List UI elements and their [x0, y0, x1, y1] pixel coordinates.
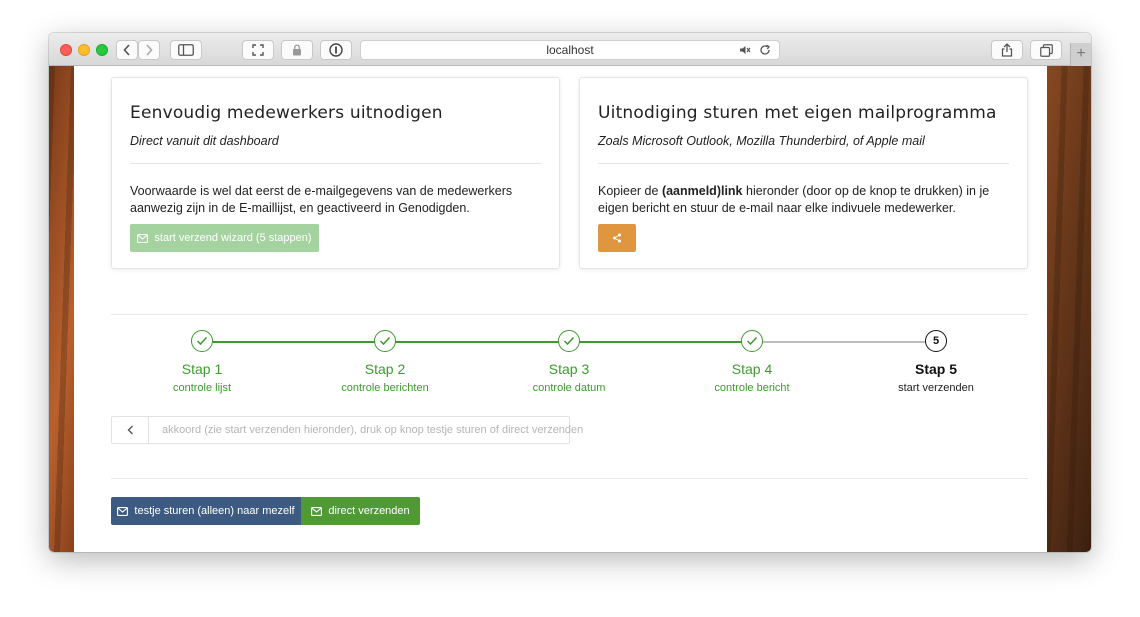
- expand-icon: [252, 44, 264, 56]
- main-content: Eenvoudig medewerkers uitnodigen Direct …: [93, 66, 1028, 552]
- tabs-overview-button[interactable]: [1030, 40, 1062, 60]
- sidebar-icon: [178, 44, 194, 56]
- step-3[interactable]: Stap 3 controle datum: [499, 330, 639, 394]
- send-now-label: direct verzenden: [328, 505, 410, 517]
- invite-card-title: Eenvoudig medewerkers uitnodigen: [130, 103, 443, 123]
- minimize-window-button[interactable]: [78, 44, 90, 56]
- chevron-left-icon: [123, 44, 130, 56]
- send-now-button[interactable]: direct verzenden: [301, 497, 420, 525]
- description-bold: (aanmeld)link: [661, 184, 743, 198]
- step-caption: controle datum: [532, 382, 606, 394]
- section-divider: [111, 314, 1028, 315]
- step-title: Stap 5: [914, 361, 957, 377]
- browser-window: localhost + Eenvoudig medewerkers uitnod…: [49, 33, 1091, 552]
- chevron-right-icon: [146, 44, 153, 56]
- envelope-icon: [311, 506, 323, 516]
- lock-icon: [293, 44, 301, 56]
- invite-card: Eenvoudig medewerkers uitnodigen Direct …: [111, 77, 560, 269]
- step-title: Stap 4: [731, 361, 773, 377]
- copy-link-button[interactable]: [598, 224, 636, 252]
- check-icon: [558, 330, 580, 352]
- speaker-muted-icon[interactable]: [739, 44, 751, 56]
- description-text: Kopieer de: [598, 184, 662, 198]
- back-button[interactable]: [116, 40, 138, 60]
- step-1[interactable]: Stap 1 controle lijst: [132, 330, 272, 394]
- step-title: Stap 2: [364, 361, 406, 377]
- fullscreen-button[interactable]: [242, 40, 274, 60]
- wizard-stepper: Stap 1 controle lijst Stap 2 controle be…: [111, 330, 1028, 400]
- check-icon: [374, 330, 396, 352]
- start-wizard-button[interactable]: start verzend wizard (5 stappen): [130, 224, 319, 252]
- password-manager-button[interactable]: [320, 40, 352, 60]
- wizard-notice: akkoord (zie start verzenden hieronder),…: [111, 416, 583, 444]
- new-tab-button[interactable]: +: [1070, 43, 1091, 66]
- zoom-window-button[interactable]: [96, 44, 108, 56]
- invite-card-subtitle: Direct vanuit dit dashboard: [130, 134, 279, 148]
- reload-icon[interactable]: [759, 44, 771, 56]
- tabs-icon: [1039, 43, 1053, 57]
- check-icon: [741, 330, 763, 352]
- own-mail-card: Uitnodiging sturen met eigen mailprogram…: [579, 77, 1028, 269]
- password-button[interactable]: [281, 40, 313, 60]
- share-icon: [613, 233, 621, 243]
- step-number-badge: 5: [925, 330, 947, 352]
- onepassword-icon: [329, 43, 343, 57]
- envelope-icon: [117, 506, 129, 516]
- section-divider: [111, 478, 1028, 479]
- stepper-line-done: [192, 341, 746, 343]
- send-test-label: testje sturen (alleen) naar mezelf: [134, 505, 295, 517]
- address-bar[interactable]: localhost: [360, 40, 780, 60]
- step-2[interactable]: Stap 2 controle berichten: [315, 330, 455, 394]
- close-window-button[interactable]: [60, 44, 72, 56]
- invite-card-description: Voorwaarde is wel dat eerst de e-mailgeg…: [130, 184, 513, 215]
- own-mail-card-subtitle: Zoals Microsoft Outlook, Mozilla Thunder…: [598, 134, 925, 148]
- card-divider: [598, 163, 1009, 164]
- sidebar-button[interactable]: [170, 40, 202, 60]
- step-title: Stap 1: [181, 361, 223, 377]
- step-5[interactable]: 5 Stap 5 start verzenden: [866, 330, 1006, 394]
- address-text: localhost: [546, 43, 594, 57]
- step-caption: controle bericht: [714, 382, 790, 394]
- own-mail-card-title: Uitnodiging sturen met eigen mailprogram…: [598, 103, 997, 123]
- send-test-button[interactable]: testje sturen (alleen) naar mezelf: [111, 497, 301, 525]
- chevron-left-icon: [127, 425, 133, 435]
- previous-step-button[interactable]: [112, 417, 149, 443]
- forward-button[interactable]: [138, 40, 160, 60]
- browser-toolbar: localhost +: [49, 33, 1091, 66]
- page-container: Eenvoudig medewerkers uitnodigen Direct …: [74, 66, 1047, 552]
- step-caption: controle berichten: [341, 382, 429, 394]
- envelope-icon: [137, 233, 149, 243]
- share-icon: [1001, 43, 1013, 57]
- notice-message: akkoord (zie start verzenden hieronder),…: [162, 424, 584, 436]
- step-title: Stap 3: [548, 361, 590, 377]
- check-icon: [191, 330, 213, 352]
- card-divider: [130, 163, 541, 164]
- step-caption: controle lijst: [172, 382, 232, 394]
- start-wizard-label: start verzend wizard (5 stappen): [154, 232, 312, 244]
- step-4[interactable]: Stap 4 controle bericht: [682, 330, 822, 394]
- share-page-button[interactable]: [991, 40, 1023, 60]
- own-mail-card-description: Kopieer de (aanmeld)link hieronder (door…: [598, 183, 1018, 217]
- step-caption: start verzenden: [898, 382, 974, 394]
